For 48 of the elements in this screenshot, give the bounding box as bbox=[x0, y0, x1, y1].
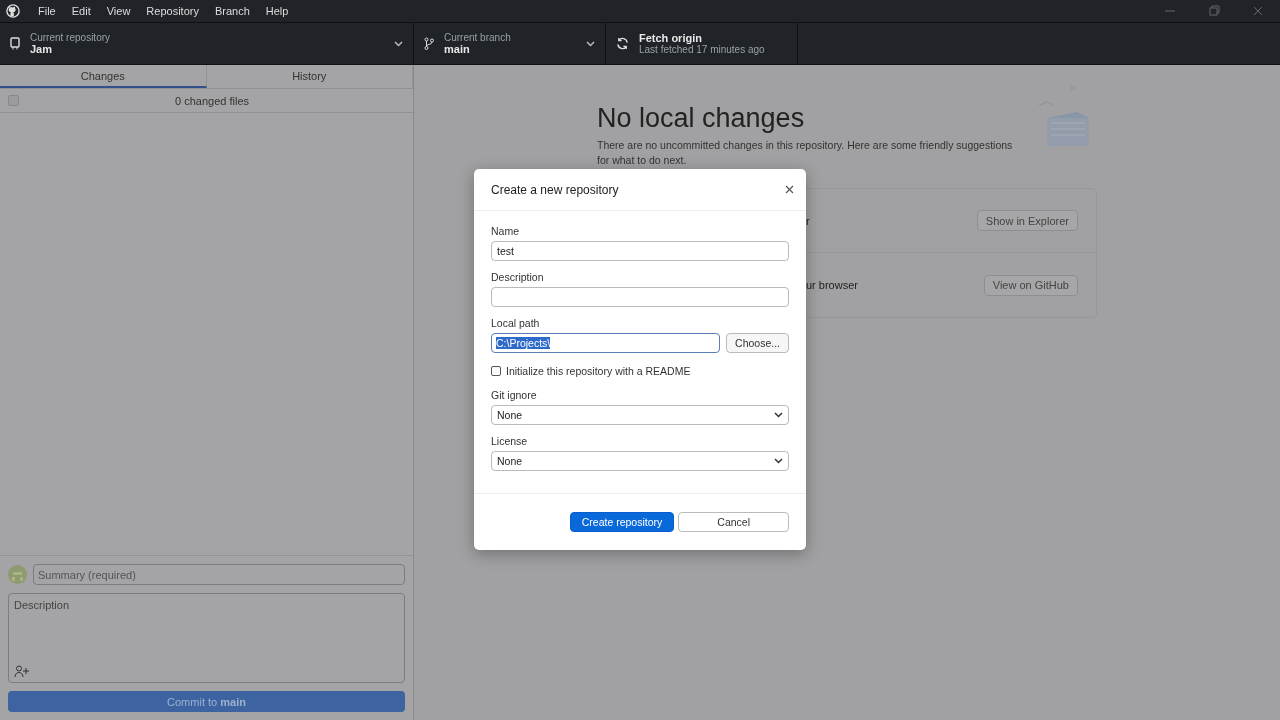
choose-button[interactable]: Choose... bbox=[726, 333, 789, 353]
empty-state-title: No local changes bbox=[597, 103, 806, 134]
dialog-title: Create a new repository bbox=[491, 182, 619, 197]
field-label: Name bbox=[491, 225, 520, 237]
suggestion-text: ur browser bbox=[806, 279, 858, 291]
sync-icon bbox=[616, 37, 629, 50]
repository-icon bbox=[10, 37, 20, 50]
tab[interactable]: Changes bbox=[0, 65, 207, 88]
suggestion-button[interactable]: View on GitHub bbox=[983, 274, 1078, 296]
checkbox[interactable] bbox=[491, 366, 501, 376]
add-coauthor-icon[interactable] bbox=[14, 665, 30, 677]
changed-files-count: 0 changed files bbox=[175, 94, 249, 107]
menu-item[interactable]: Branch bbox=[206, 5, 258, 17]
checkbox-label: Initialize this repository with a README bbox=[506, 365, 691, 377]
menu-item[interactable]: File bbox=[30, 5, 64, 17]
menu-item[interactable]: Repository bbox=[138, 5, 207, 17]
menu-item[interactable]: View bbox=[98, 5, 139, 17]
octocat-logo-icon bbox=[6, 4, 20, 18]
create-button[interactable]: Create repository bbox=[569, 512, 675, 532]
caret-icon bbox=[774, 412, 783, 418]
caret-icon bbox=[394, 40, 403, 47]
fetch-button[interactable]: Fetch origin Last fetched 17 minutes ago bbox=[606, 23, 798, 64]
menu-item[interactable]: Edit bbox=[63, 5, 99, 17]
avatar-icon bbox=[8, 565, 27, 584]
text-field[interactable]: test bbox=[491, 241, 789, 261]
summary-field[interactable]: Summary (required) bbox=[33, 564, 405, 585]
dropdown[interactable]: None bbox=[491, 405, 789, 425]
field-label: Description bbox=[491, 271, 545, 283]
cancel-button[interactable]: Cancel bbox=[678, 512, 789, 532]
empty-state-text: There are no uncommitted changes in this repository. Here are some friendly suggestions for what to do next. bbox=[597, 138, 1014, 168]
suggestion-text: r bbox=[806, 214, 810, 227]
tab[interactable]: History bbox=[206, 65, 413, 88]
description-field[interactable]: Description bbox=[8, 593, 405, 683]
caret-icon bbox=[774, 458, 783, 464]
dropdown[interactable]: None bbox=[491, 451, 789, 471]
branch-icon bbox=[424, 37, 434, 50]
select-all-checkbox[interactable] bbox=[8, 95, 19, 106]
menu-item[interactable]: Help bbox=[257, 5, 297, 17]
suggestion-button[interactable]: Show in Explorer bbox=[976, 210, 1078, 231]
text-field[interactable] bbox=[491, 287, 789, 307]
branch-selector[interactable]: Current branch main bbox=[414, 23, 606, 64]
path-field[interactable]: C:\Projects\ bbox=[491, 333, 721, 353]
field-label: License bbox=[491, 435, 529, 447]
field-label: Git ignore bbox=[491, 389, 538, 401]
repository-selector[interactable]: Current repository Jam bbox=[0, 23, 414, 64]
close-button[interactable] bbox=[783, 183, 796, 196]
caret-icon bbox=[586, 40, 595, 47]
field-label: Local path bbox=[491, 317, 541, 329]
